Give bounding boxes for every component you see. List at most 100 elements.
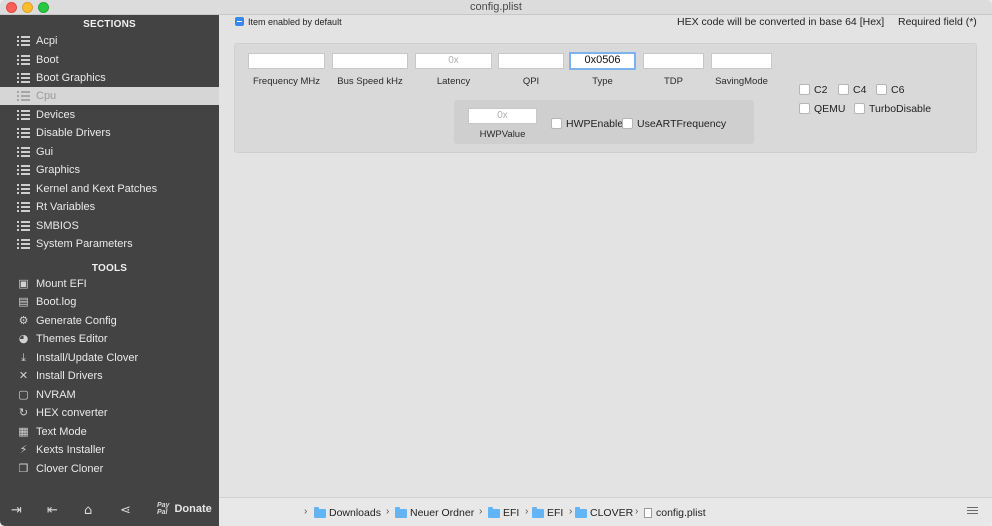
tool-label: Boot.log [36, 296, 77, 308]
tool-hex-converter[interactable]: ↻ HEX converter [0, 404, 219, 422]
type-field[interactable]: 0x0506 [569, 52, 636, 70]
c6-label: C6 [891, 84, 905, 96]
list-icon [17, 90, 30, 102]
crumb-label: Neuer Ordner [410, 507, 475, 519]
crumb-downloads[interactable]: Downloads [314, 506, 381, 519]
sidebar-item-label: Boot Graphics [36, 72, 106, 84]
sidebar-item-rt-variables[interactable]: Rt Variables [0, 198, 219, 216]
crumb-neuer-ordner[interactable]: Neuer Ordner [395, 506, 475, 519]
latency-field[interactable]: 0x [415, 53, 492, 69]
tool-label: Install/Update Clover [36, 352, 139, 364]
export-icon[interactable]: ⇤ [47, 503, 58, 518]
qpi-field[interactable] [498, 53, 564, 69]
sidebar-item-label: Rt Variables [36, 201, 96, 213]
sidebar-item-cpu[interactable]: Cpu [0, 87, 219, 105]
tool-mount-efi[interactable]: ▣ Mount EFI [0, 275, 219, 293]
tool-nvram[interactable]: ▢ NVRAM [0, 386, 219, 404]
path-separator: › [635, 506, 639, 517]
sidebar-item-kernel-kext-patches[interactable]: Kernel and Kext Patches [0, 180, 219, 198]
sidebar: SECTIONS Acpi Boot Boot Graphics Cpu Dev… [0, 15, 219, 526]
path-bar: › Downloads › Neuer Ordner › EFI › EFI ›… [219, 497, 992, 526]
item-enabled-label: Item enabled by default [248, 17, 342, 27]
use-art-frequency-checkbox[interactable] [622, 118, 633, 129]
tool-label: Clover Cloner [36, 463, 104, 475]
donate-button[interactable]: Pay Pal Donate [157, 502, 212, 516]
crumb-label: config.plist [656, 507, 706, 519]
crumb-label: Downloads [329, 507, 381, 519]
qemu-label: QEMU [814, 103, 846, 115]
list-icon [17, 183, 30, 195]
menu-lines-icon[interactable] [967, 507, 978, 516]
tool-label: NVRAM [36, 389, 76, 401]
path-separator: › [386, 506, 390, 517]
c6-checkbox[interactable] [876, 84, 887, 95]
tool-themes-editor[interactable]: ◕ Themes Editor [0, 330, 219, 348]
sidebar-item-label: Graphics [36, 164, 81, 176]
c4-checkbox[interactable] [838, 84, 849, 95]
title-bar: config.plist [0, 0, 992, 15]
tool-install-update-clover[interactable]: ⤓ Install/Update Clover [0, 349, 219, 367]
hwp-value-field[interactable]: 0x [468, 108, 537, 124]
paypal-icon: Pay Pal [157, 502, 169, 516]
sidebar-item-acpi[interactable]: Acpi [0, 32, 219, 50]
sidebar-item-label: SMBIOS [36, 220, 79, 232]
sidebar-item-graphics[interactable]: Graphics [0, 161, 219, 179]
sidebar-item-system-parameters[interactable]: System Parameters [0, 235, 219, 253]
tool-kexts-installer[interactable]: ⚡ Kexts Installer [0, 441, 219, 459]
saving-mode-field[interactable] [711, 53, 772, 69]
chip-icon: ▢ [18, 388, 29, 401]
list-icon [17, 146, 30, 158]
crumb-efi-2[interactable]: EFI [532, 506, 564, 519]
hex-note: HEX code will be converted in base 64 [H… [677, 16, 885, 28]
list-icon [17, 127, 30, 139]
crumb-label: EFI [547, 507, 564, 519]
sections-heading: SECTIONS [83, 19, 136, 30]
tool-label: Kexts Installer [36, 444, 106, 456]
sidebar-item-boot[interactable]: Boot [0, 51, 219, 69]
tool-label: Text Mode [36, 426, 87, 438]
c2-checkbox[interactable] [799, 84, 810, 95]
sidebar-item-boot-graphics[interactable]: Boot Graphics [0, 69, 219, 87]
tool-install-drivers[interactable]: ✕ Install Drivers [0, 367, 219, 385]
tool-boot-log[interactable]: ▤ Boot.log [0, 293, 219, 311]
list-icon [17, 164, 30, 176]
tool-generate-config[interactable]: ⚙ Generate Config [0, 312, 219, 330]
crumb-clover[interactable]: CLOVER [575, 506, 633, 519]
home-icon[interactable]: ⌂ [84, 503, 92, 518]
crumb-efi-1[interactable]: EFI [488, 506, 519, 519]
sidebar-item-devices[interactable]: Devices [0, 106, 219, 124]
turbo-disable-checkbox[interactable] [854, 103, 865, 114]
list-icon [17, 109, 30, 121]
folder-icon [575, 506, 587, 518]
path-separator: › [525, 506, 529, 517]
tool-clover-cloner[interactable]: ❐ Clover Cloner [0, 460, 219, 478]
required-note: Required field (*) [898, 16, 977, 28]
list-icon [17, 201, 30, 213]
hwp-enable-checkbox[interactable] [551, 118, 562, 129]
import-icon[interactable]: ⇥ [11, 503, 22, 518]
qemu-checkbox[interactable] [799, 103, 810, 114]
gears-icon: ⚙ [18, 314, 29, 327]
sidebar-item-label: Cpu [36, 90, 57, 102]
paypal-top-text: Pay [157, 502, 170, 509]
sidebar-item-label: Disable Drivers [36, 127, 111, 139]
share-icon[interactable]: ⋖ [120, 503, 131, 518]
sidebar-item-disable-drivers[interactable]: Disable Drivers [0, 124, 219, 142]
item-enabled-checkbox[interactable] [235, 17, 244, 26]
bus-speed-field[interactable] [332, 53, 408, 69]
sidebar-item-label: Acpi [36, 35, 58, 47]
wrench-icon: ✕ [18, 369, 29, 382]
list-icon [17, 54, 30, 66]
tdp-field[interactable] [643, 53, 704, 69]
use-art-frequency-label: UseARTFrequency [637, 118, 727, 130]
log-icon: ▤ [18, 295, 29, 308]
frequency-mhz-field[interactable] [248, 53, 325, 69]
tool-text-mode[interactable]: ▦ Text Mode [0, 423, 219, 441]
crumb-config-plist[interactable]: config.plist [644, 507, 706, 519]
list-icon [17, 35, 30, 47]
bus-speed-label: Bus Speed kHz [337, 76, 403, 87]
sidebar-item-gui[interactable]: Gui [0, 143, 219, 161]
top-info-bar: Item enabled by default HEX code will be… [219, 15, 992, 31]
sidebar-footer: ⇥ ⇤ ⌂ ⋖ Pay Pal Donate [0, 498, 219, 526]
sidebar-item-smbios[interactable]: SMBIOS [0, 217, 219, 235]
